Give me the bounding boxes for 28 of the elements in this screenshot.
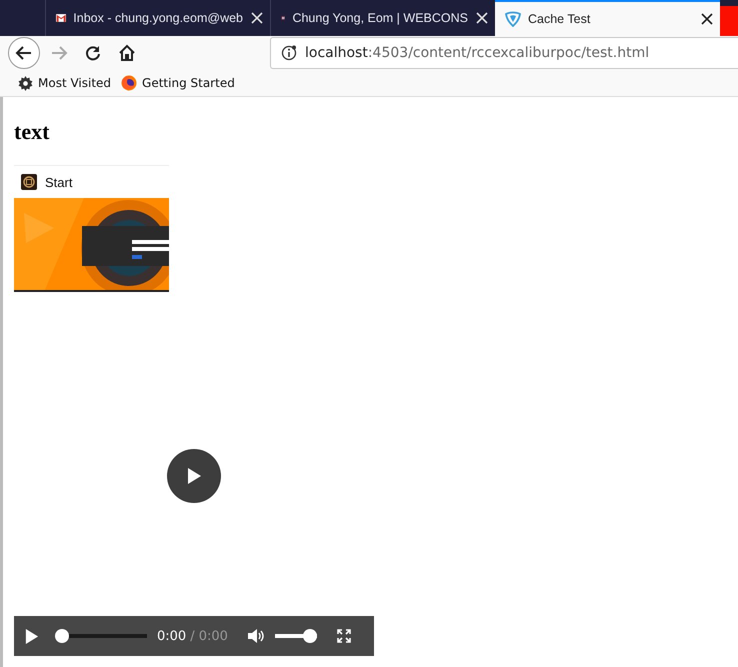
volume-icon[interactable] <box>248 629 265 643</box>
info-icon[interactable] <box>281 45 297 61</box>
back-arrow-icon <box>15 44 33 62</box>
play-icon <box>186 468 202 484</box>
browser-tab[interactable]: Cache Test <box>495 0 720 36</box>
shield-icon <box>505 11 521 27</box>
gear-icon <box>18 76 33 90</box>
firefox-icon <box>121 75 138 91</box>
current-time: 0:00 <box>157 628 186 644</box>
duration: / 0:00 <box>190 628 228 644</box>
reload-icon <box>84 44 102 62</box>
forward-arrow-icon <box>50 44 68 62</box>
play-icon <box>24 628 39 644</box>
slider-thumb[interactable] <box>55 629 69 643</box>
logo-icon <box>21 174 37 190</box>
poster-title: Start <box>45 174 72 190</box>
close-icon[interactable] <box>700 12 714 26</box>
bookmark[interactable]: Most Visited <box>18 76 112 90</box>
play-button[interactable] <box>24 628 39 644</box>
bookmark[interactable]: Getting Started <box>121 75 235 91</box>
home-icon <box>118 44 136 62</box>
fullscreen-icon[interactable] <box>336 629 351 643</box>
address-field[interactable]: localhost:4503/content/rccexcaliburpoc/test.html <box>270 37 738 69</box>
play-button[interactable] <box>167 449 221 503</box>
slider-thumb[interactable] <box>302 629 317 643</box>
back-button[interactable] <box>8 37 40 69</box>
page-heading: text <box>14 119 50 145</box>
mail-icon <box>56 12 66 24</box>
